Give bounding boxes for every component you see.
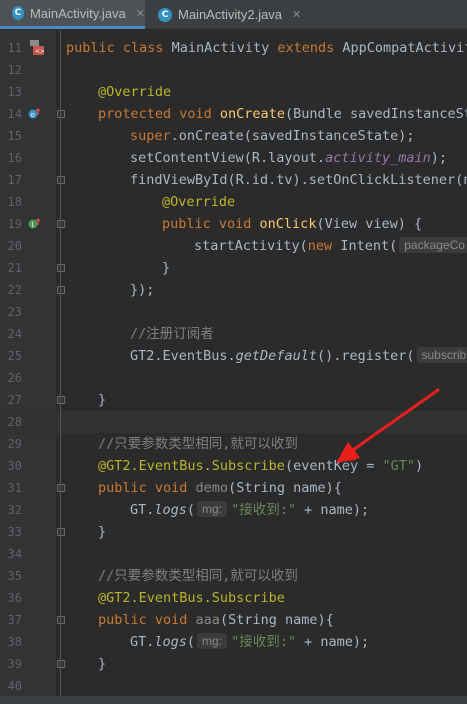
red-arrow-annotation bbox=[336, 388, 440, 463]
horizontal-scrollbar[interactable] bbox=[0, 696, 467, 704]
